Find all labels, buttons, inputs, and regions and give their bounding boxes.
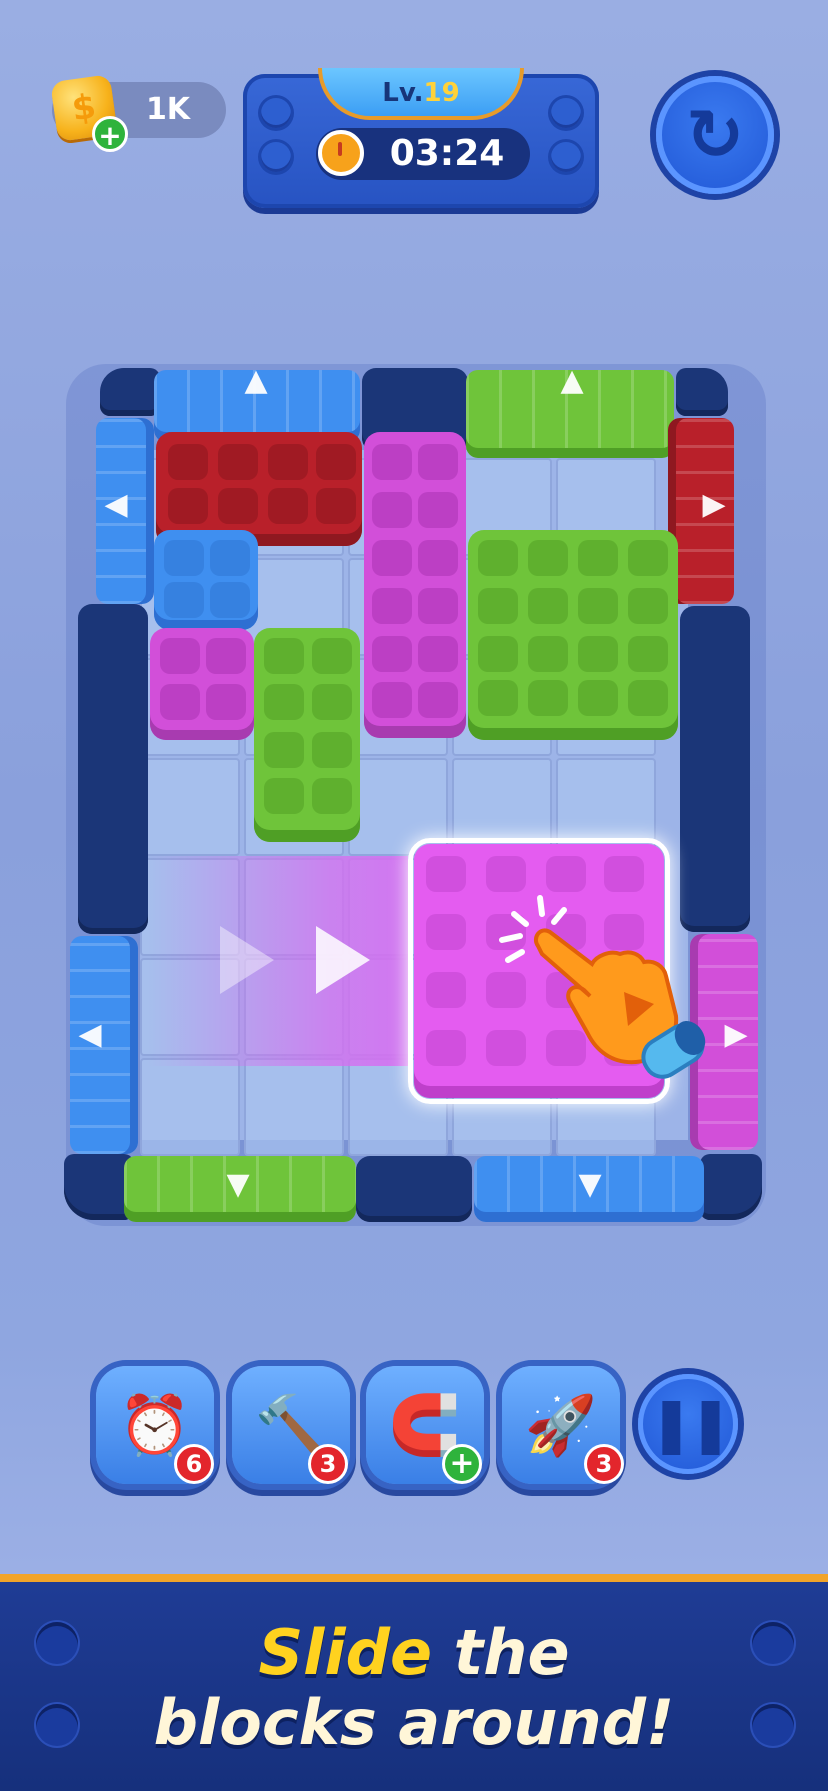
block-red[interactable] [156,432,362,546]
banner-headline-line2: blocks around! [153,1686,675,1759]
block-green-tall[interactable] [254,628,360,842]
restart-icon: ↻ [685,94,745,176]
corner-rail [676,368,728,416]
level-label: Lv.19 [382,78,460,108]
right-rail [680,606,750,932]
banner-headline-line1: Slide the [258,1616,570,1689]
booster-count-badge: 3 [308,1444,348,1484]
arrow-down-icon: ▼ [226,1167,250,1202]
arrow-right-icon: ▶ [724,1017,748,1052]
block-blue-small[interactable] [154,530,258,630]
panel-rivet [551,98,581,128]
bottom-rail [356,1156,472,1222]
block-magenta-tall[interactable] [364,432,466,738]
pause-button[interactable]: ❚❚ [638,1374,738,1474]
panel-rivet [261,98,291,128]
corner-rail [700,1154,762,1220]
booster-count-badge: 3 [584,1444,624,1484]
restart-button[interactable]: ↻ [656,76,774,194]
grid-cell [140,1058,240,1156]
arrow-up-icon: ▲ [244,363,268,398]
panel-rivet [551,142,581,172]
play-arrow-icon [220,926,274,994]
pointing-hand-icon [533,928,706,1079]
block-green-large[interactable] [468,530,678,740]
arrow-left-icon: ◀ [104,487,128,522]
left-rail [78,604,148,934]
arrow-left-icon: ◀ [78,1017,102,1052]
arrow-right-icon: ▶ [702,487,726,522]
booster-count-badge: 6 [174,1444,214,1484]
grid-cell [140,758,240,856]
add-coins-button[interactable]: + [92,116,128,152]
clock-icon [318,130,364,176]
corner-rail [100,368,160,416]
timer-value: 03:24 [389,133,505,174]
block-magenta-small[interactable] [150,628,254,740]
panel-rivet [261,142,291,172]
arrow-up-icon: ▲ [560,363,584,398]
play-arrow-icon [316,926,370,994]
pause-icon: ❚❚ [648,1392,734,1455]
booster-buy-badge[interactable]: + [442,1444,482,1484]
arrow-down-icon: ▼ [578,1167,602,1202]
grid-cell [244,1058,344,1156]
